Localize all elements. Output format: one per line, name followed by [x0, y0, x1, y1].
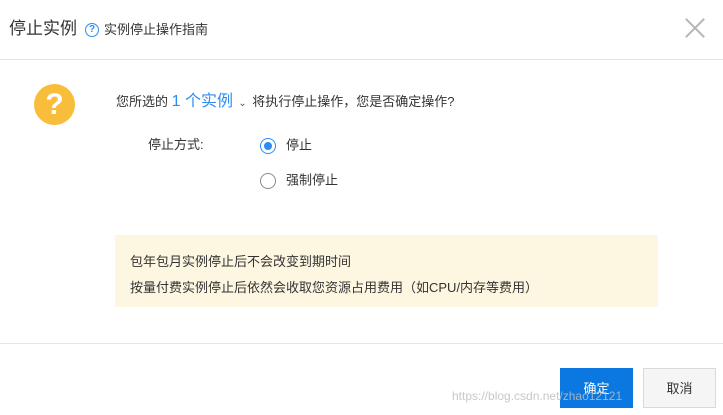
radio-stop-label: 停止	[286, 137, 313, 153]
question-suffix: 将执行停止操作，您是否确定操作?	[252, 94, 455, 109]
selected-instances-toggle[interactable]: 1 个实例	[172, 93, 233, 110]
billing-notice: 包年包月实例停止后不会改变到期时间 按量付费实例停止后依然会收取您资源占用费用（…	[115, 235, 658, 307]
radio-stop[interactable]	[260, 137, 276, 154]
footer-divider	[0, 343, 723, 344]
cancel-button[interactable]: 取消	[643, 368, 716, 408]
radio-force-stop[interactable]	[260, 172, 276, 189]
question-mark-icon: ?	[34, 84, 75, 125]
notice-line: 包年包月实例停止后不会改变到期时间	[130, 254, 352, 269]
help-icon[interactable]: ?	[85, 23, 99, 37]
notice-line: 按量付费实例停止后依然会收取您资源占用费用（如CPU/内存等费用）	[130, 280, 539, 295]
stop-mode-label: 停止方式:	[148, 137, 204, 152]
chevron-down-icon[interactable]: ⌄	[237, 92, 249, 116]
confirm-question: 您所选的 1 个实例 ⌄ 将执行停止操作，您是否确定操作?	[116, 90, 454, 116]
radio-option-force-stop[interactable]: 强制停止	[260, 171, 338, 190]
help-guide-link[interactable]: 实例停止操作指南	[104, 21, 208, 39]
dialog-title: 停止实例	[9, 19, 77, 38]
radio-option-stop[interactable]: 停止	[260, 136, 312, 155]
close-icon[interactable]	[684, 17, 706, 39]
stop-instance-dialog: 停止实例 ? 实例停止操作指南 ? 您所选的 1 个实例 ⌄ 将执行停止操作，您…	[0, 0, 723, 415]
radio-force-stop-label: 强制停止	[286, 172, 339, 188]
question-prefix: 您所选的	[116, 94, 169, 109]
dialog-header: 停止实例 ? 实例停止操作指南	[0, 0, 723, 60]
watermark: https://blog.csdn.net/zhao12121	[452, 389, 623, 403]
